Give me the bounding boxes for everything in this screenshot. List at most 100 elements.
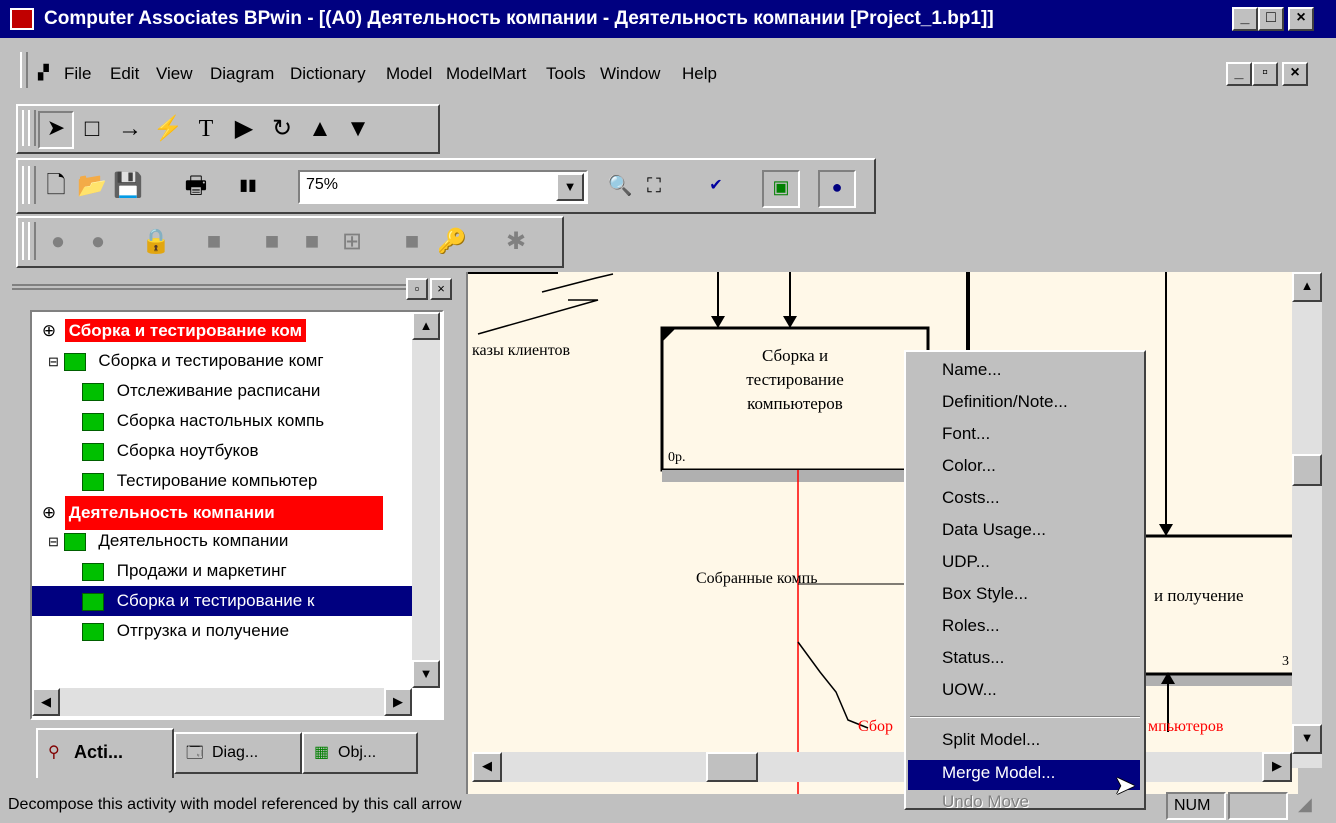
doc-minimize-icon[interactable]: _	[1226, 62, 1252, 86]
pointer-tool-icon[interactable]: ➤	[38, 111, 74, 149]
doc-close-icon[interactable]: ×	[1282, 62, 1308, 86]
tree-vscroll[interactable]: ▲ ▼	[412, 312, 440, 688]
menu-dictionary[interactable]: Dictionary	[290, 64, 366, 84]
status-pane	[1228, 792, 1288, 820]
mm-disconnect-icon: ●	[90, 228, 106, 255]
menu-window[interactable]: Window	[600, 64, 660, 84]
scroll-down-icon[interactable]: ▼	[1292, 724, 1322, 754]
menu-edit[interactable]: Edit	[110, 64, 139, 84]
mm-report-icon: ■	[304, 228, 320, 255]
box2-number: 3	[1282, 654, 1289, 669]
window-title: Computer Associates BPwin - [(A0) Деятел…	[44, 8, 994, 29]
zoom-fit-icon[interactable]: ⛶	[636, 168, 672, 204]
tab-activities[interactable]: ⚲ Acti...	[36, 728, 174, 778]
canvas-hscroll[interactable]: ◀ ▶	[472, 752, 1292, 782]
menu-modelmart[interactable]: ModelMart	[446, 64, 526, 84]
scroll-right-icon[interactable]: ▶	[1262, 752, 1292, 782]
squiggle-tool-icon[interactable]: ⚡	[150, 111, 186, 147]
scroll-thumb[interactable]	[1292, 454, 1322, 486]
panel-close-icon[interactable]: ×	[430, 278, 452, 300]
mm-lock-icon: 🔒	[141, 228, 171, 255]
spell-check-icon[interactable]: ✔	[698, 168, 734, 204]
rotate-icon[interactable]: ↻	[264, 111, 300, 147]
tab-objects[interactable]: ▦ Obj...	[302, 732, 418, 774]
zoom-in-icon[interactable]: 🔍	[602, 168, 638, 204]
tree-node[interactable]: Отслеживание расписани	[82, 376, 320, 406]
model-tree: ⊕ Сборка и тестирование ком ⊟ Сборка и т…	[30, 310, 444, 720]
menu-item-status[interactable]: Status...	[942, 648, 1004, 668]
menu-item-data-usage[interactable]: Data Usage...	[942, 520, 1046, 540]
tree-node[interactable]: ⊟ Деятельность компании	[48, 526, 288, 556]
arrow-tool-icon[interactable]: →	[112, 111, 148, 147]
menu-help[interactable]: Help	[682, 64, 717, 84]
next-level-icon[interactable]: ▶	[226, 111, 262, 147]
tree-model-2[interactable]: ⊕ Деятельность компании	[38, 496, 383, 530]
zoom-select[interactable]: 75% ▼	[298, 170, 588, 204]
tree-model-1[interactable]: ⊕ Сборка и тестирование ком	[38, 316, 307, 346]
activity-box-assembly[interactable]: Сборка и тестирование компьютеров	[662, 344, 928, 416]
save-icon[interactable]: 💾	[110, 168, 146, 204]
menu-model[interactable]: Model	[386, 64, 432, 84]
tree-node[interactable]: ⊟ Сборка и тестирование комг	[48, 346, 324, 376]
label-call-arrow-end[interactable]: мпьютеров	[1148, 718, 1223, 736]
menu-view[interactable]: View	[156, 64, 193, 84]
maximize-icon[interactable]: □	[1258, 7, 1284, 31]
menu-item-uow[interactable]: UOW...	[942, 680, 997, 700]
menu-item-font[interactable]: Font...	[942, 424, 990, 444]
scroll-thumb[interactable]	[706, 752, 758, 782]
app-icon	[10, 8, 34, 30]
panel-restore-icon[interactable]: ▫	[406, 278, 428, 300]
scroll-up-icon[interactable]: ▲	[1292, 272, 1322, 302]
tree-hscroll[interactable]: ◀ ▶	[32, 688, 412, 716]
menu-item-box-style[interactable]: Box Style...	[942, 584, 1028, 604]
label-orders[interactable]: казы клиентов	[472, 342, 570, 360]
tree-node[interactable]: Отгрузка и получение	[82, 616, 289, 646]
diagram-canvas[interactable]: казы клиентов Сборка и тестирование комп…	[466, 272, 1298, 794]
new-icon[interactable]: 🗋	[38, 168, 74, 204]
menu-file[interactable]: File	[64, 64, 91, 84]
objects-tab-icon: ▦	[314, 744, 330, 761]
label-call-arrow[interactable]: Сбор	[858, 718, 893, 736]
context-menu: Name... Definition/Note... Font... Color…	[904, 350, 1146, 811]
tree-node-selected[interactable]: Сборка и тестирование к	[32, 586, 412, 616]
doc-restore-icon[interactable]: ▫	[1252, 62, 1278, 86]
zoom-dropdown-icon[interactable]: ▼	[556, 173, 584, 201]
scroll-up-icon[interactable]: ▲	[412, 312, 440, 340]
tree-node[interactable]: Сборка настольных компь	[82, 406, 324, 436]
menu-diagram[interactable]: Diagram	[210, 64, 274, 84]
menu-item-split-model[interactable]: Split Model...	[942, 730, 1040, 750]
model-explorer-icon[interactable]: ▣	[762, 170, 800, 208]
open-icon[interactable]: 📂	[74, 168, 110, 204]
label-assembled[interactable]: Собранные компь	[696, 570, 818, 588]
tab-diagrams[interactable]: 🗔 Diag...	[174, 732, 302, 774]
tree-model-2-label: Деятельность компании	[64, 496, 383, 530]
color-icon[interactable]: ▮▮	[230, 168, 266, 204]
close-icon[interactable]: ×	[1288, 7, 1314, 31]
menu-item-name[interactable]: Name...	[942, 360, 1002, 380]
menu-item-roles[interactable]: Roles...	[942, 616, 1000, 636]
scroll-down-icon[interactable]: ▼	[412, 660, 440, 688]
menu-tools[interactable]: Tools	[546, 64, 586, 84]
scroll-right-icon[interactable]: ▶	[384, 688, 412, 716]
mm-connect-icon: ●	[50, 228, 66, 255]
resize-grip-icon[interactable]: ◢	[1298, 794, 1312, 815]
minimize-icon[interactable]: _	[1232, 7, 1258, 31]
scroll-left-icon[interactable]: ◀	[32, 688, 60, 716]
tree-node[interactable]: Продажи и маркетинг	[82, 556, 287, 586]
menu-item-definition[interactable]: Definition/Note...	[942, 392, 1068, 412]
down-level-icon[interactable]: ▼	[340, 111, 376, 147]
globe-icon[interactable]: ●	[818, 170, 856, 208]
tree-node[interactable]: Тестирование компьютер	[82, 466, 317, 496]
menu-item-color[interactable]: Color...	[942, 456, 996, 476]
text-tool-icon[interactable]: T	[188, 111, 224, 147]
print-icon[interactable]: 🖶	[178, 168, 214, 204]
canvas-vscroll[interactable]: ▲ ▼	[1292, 272, 1322, 768]
tree-node[interactable]: Сборка ноутбуков	[82, 436, 259, 466]
label-shipping[interactable]: и получение	[1154, 586, 1244, 606]
box-tool-icon[interactable]: □	[74, 111, 110, 147]
up-level-icon[interactable]: ▲	[302, 111, 338, 147]
menu-item-costs[interactable]: Costs...	[942, 488, 1000, 508]
scroll-left-icon[interactable]: ◀	[472, 752, 502, 782]
menu-item-merge-model[interactable]: Merge Model...	[908, 760, 1140, 790]
menu-item-udp[interactable]: UDP...	[942, 552, 990, 572]
